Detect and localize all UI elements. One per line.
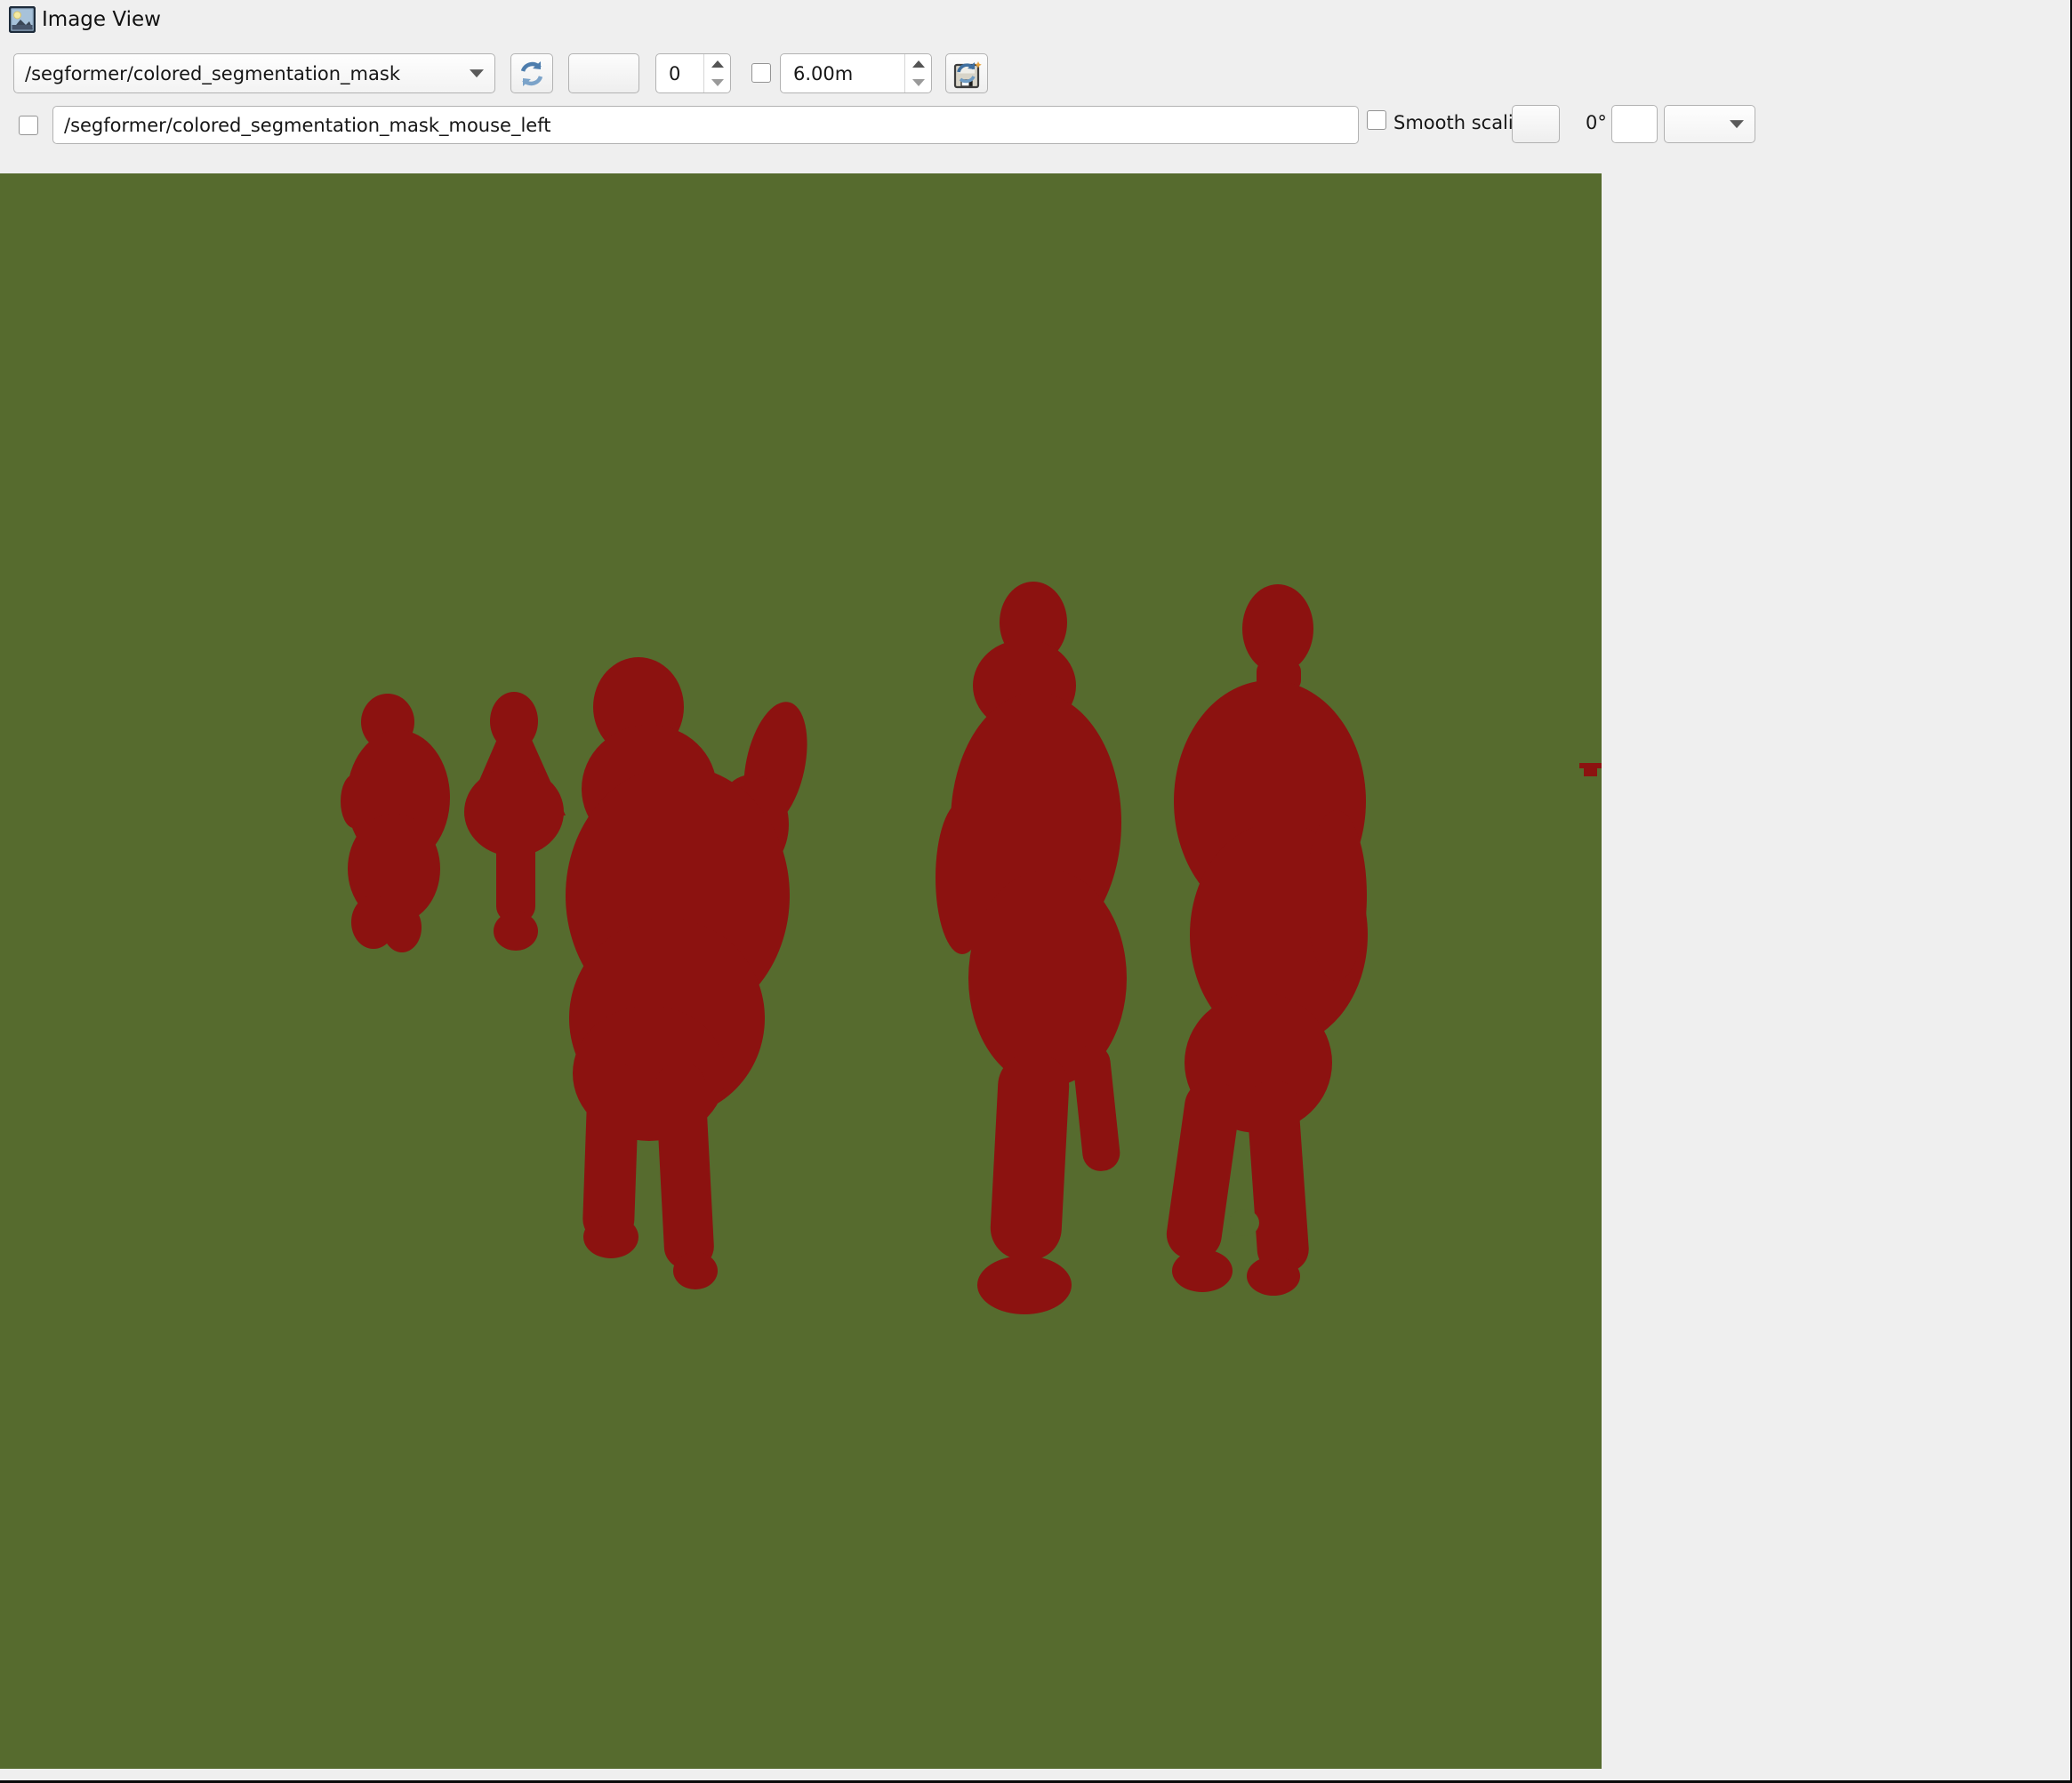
save-image-icon xyxy=(951,58,983,90)
refresh-icon xyxy=(517,59,547,89)
smooth-scaling-checkbox[interactable] xyxy=(1367,110,1386,130)
spin-down-button[interactable] xyxy=(704,74,730,93)
spin-down-icon xyxy=(912,79,925,86)
frame-spinbox[interactable]: 0 xyxy=(655,53,731,93)
image-view-window: Image View /segformer/colored_segmentati… xyxy=(0,0,2072,1783)
topic-selector-value: /segformer/colored_segmentation_mask xyxy=(25,63,400,84)
dynamic-range-checkbox[interactable] xyxy=(751,63,771,83)
save-image-button[interactable] xyxy=(945,53,988,93)
refresh-topics-button[interactable] xyxy=(510,53,553,93)
image-display[interactable] xyxy=(0,173,1602,1769)
spin-up-button[interactable] xyxy=(704,54,730,74)
segmentation-mask-svg xyxy=(0,173,1602,1769)
blank-rotate-button[interactable] xyxy=(1512,105,1560,143)
spin-down-icon xyxy=(711,79,724,86)
spin-down-button[interactable] xyxy=(905,74,931,93)
frame-spinbox-value: 0 xyxy=(656,54,703,92)
chevron-down-icon xyxy=(1730,120,1744,128)
max-range-spinbox-value: 6.00m xyxy=(781,54,904,92)
mouse-topic-field[interactable]: /segformer/colored_segmentation_mask_mou… xyxy=(52,106,1359,144)
titlebar: Image View xyxy=(9,6,161,33)
frame-spinbox-buttons xyxy=(703,54,730,92)
blank-toolbar-button[interactable] xyxy=(568,53,639,93)
spin-up-icon xyxy=(711,60,724,68)
rotate-selector[interactable] xyxy=(1664,105,1755,143)
spin-up-button[interactable] xyxy=(905,54,931,74)
window-title: Image View xyxy=(42,8,161,31)
spin-up-icon xyxy=(912,60,925,68)
max-range-spinbox-buttons xyxy=(904,54,931,92)
blank-field[interactable] xyxy=(1611,105,1658,143)
publish-mouse-click-checkbox[interactable] xyxy=(19,116,38,135)
max-range-spinbox[interactable]: 6.00m xyxy=(780,53,932,93)
topic-selector[interactable]: /segformer/colored_segmentation_mask xyxy=(13,53,495,93)
rotation-degree-label: 0° xyxy=(1586,112,1607,133)
mouse-topic-field-value: /segformer/colored_segmentation_mask_mou… xyxy=(64,115,550,136)
image-view-plugin-icon xyxy=(9,6,36,33)
mask-gap xyxy=(1229,1209,1259,1236)
chevron-down-icon xyxy=(470,69,484,77)
